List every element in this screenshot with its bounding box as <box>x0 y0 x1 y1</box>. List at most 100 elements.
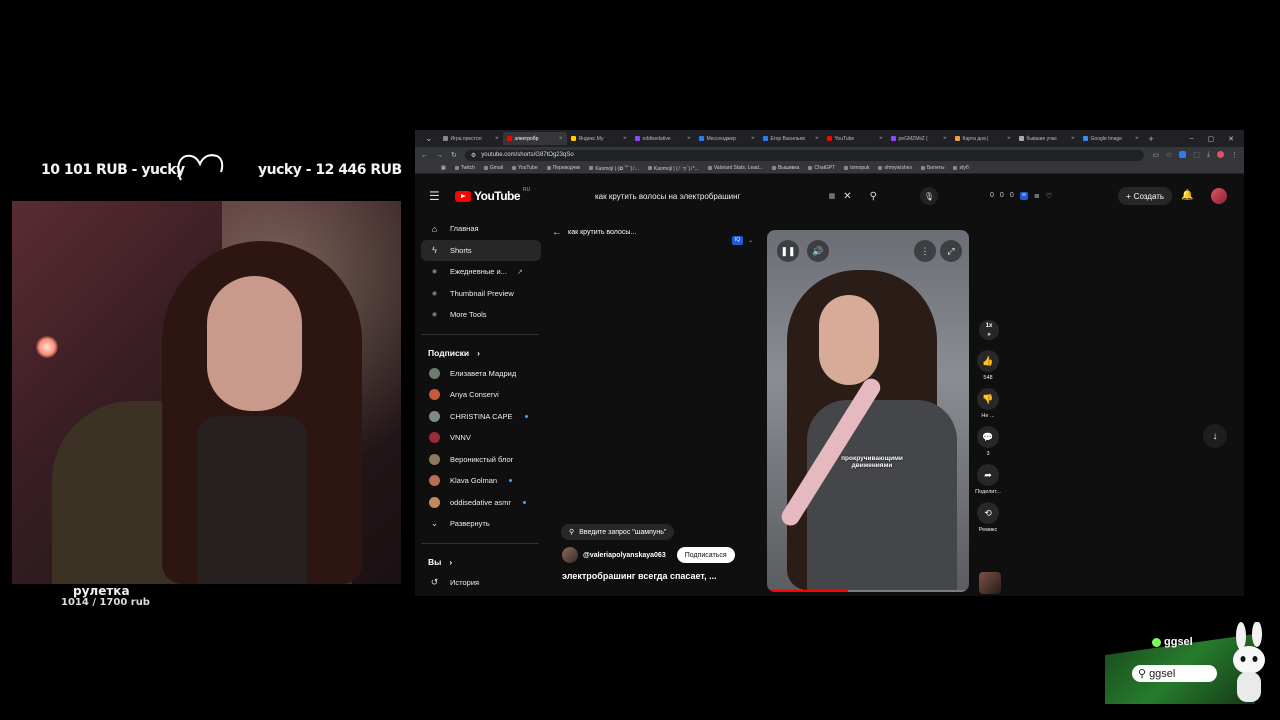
bookmark-item[interactable]: ohmywishes <box>878 165 912 171</box>
extension-indicator[interactable]: IQ ⌄ <box>732 236 753 245</box>
bookmark-item[interactable]: Переводчик <box>546 165 580 171</box>
queue-icon[interactable]: ≣ <box>1034 192 1040 200</box>
close-tab-icon[interactable]: × <box>943 136 947 142</box>
browser-tab[interactable]: электробр × <box>502 132 567 145</box>
subscription-item[interactable]: VNNV <box>421 427 541 449</box>
close-tab-icon[interactable]: × <box>495 136 499 142</box>
subscription-item[interactable]: Klava Golman <box>421 470 541 492</box>
bookmark-item[interactable]: Kaomoji | (✿´꒳`)ﾉ... <box>589 165 639 172</box>
browser-tab[interactable]: Егор Васильев × <box>759 132 823 145</box>
search-input[interactable]: как крутить волосы на электробрашинг ▦ ✕… <box>587 186 877 206</box>
browser-tab[interactable]: бывшие учас × <box>1015 132 1079 145</box>
menu-dots-icon[interactable]: ⋮ <box>1231 151 1238 159</box>
voice-search-icon[interactable]: 🎙 <box>920 187 938 205</box>
subscription-item[interactable]: Anya Conservi <box>421 384 541 406</box>
you-heading[interactable]: Вы › <box>421 552 541 572</box>
browser-tab[interactable]: peGMZMiiZ (× <box>887 132 951 145</box>
bookmark-item[interactable]: Gmail <box>483 165 503 171</box>
create-button[interactable]: + Создать <box>1118 187 1173 205</box>
sidebar-item-extension[interactable]: ◉ Thumbnail Preview <box>421 283 541 305</box>
close-tab-icon[interactable]: × <box>751 136 755 142</box>
bookmark-item[interactable]: Valorant Stats, Lead... <box>707 165 763 171</box>
forward-icon[interactable]: → <box>436 152 443 159</box>
bookmark-item[interactable]: Билеты <box>920 165 944 171</box>
extension-icon[interactable] <box>1179 151 1187 158</box>
youtube-logo[interactable]: YouTube RU <box>455 187 530 203</box>
channel-handle[interactable]: @valeriapolyanskaya063 <box>583 552 666 559</box>
bookmark-item[interactable]: tomopuk <box>844 165 869 171</box>
pause-icon[interactable]: ❚❚ <box>777 240 799 262</box>
translate-icon[interactable]: ≡ <box>1019 192 1028 200</box>
subscription-item[interactable]: CHRISTINA CAPE <box>421 406 541 428</box>
browser-tab[interactable]: Google Image × <box>1079 132 1143 145</box>
bookmark-item[interactable]: Вышивка <box>771 165 799 171</box>
notifications-bell-icon[interactable]: 🔔 <box>1181 190 1193 201</box>
clear-search-icon[interactable]: ✕ <box>843 191 851 202</box>
browser-tab[interactable]: Яндекс.Му × <box>567 132 631 145</box>
subscription-item[interactable]: Вероникстый блог <box>421 449 541 471</box>
like-button[interactable]: 👍 548 <box>975 350 1001 381</box>
sidebar-item-extension[interactable]: ◉ More Tools <box>421 304 541 326</box>
ribbon-icon[interactable]: ♡ <box>1046 192 1052 200</box>
playback-speed-button[interactable]: 1x » <box>979 320 999 340</box>
subscription-item[interactable]: Елизавета Мадрид <box>421 363 541 385</box>
browser-tab[interactable]: Мессенджер × <box>695 132 759 145</box>
browser-tab[interactable]: YouTube × <box>823 132 887 145</box>
profile-icon[interactable] <box>1217 151 1224 158</box>
minimize-icon[interactable]: – <box>1190 135 1194 143</box>
more-options-icon[interactable]: ⋮ <box>914 240 936 262</box>
browser-tab[interactable]: Игра престол × <box>439 132 503 145</box>
video-title[interactable]: электробрашинг всегда спасает, ... <box>562 571 717 581</box>
sound-thumbnail[interactable] <box>979 572 1001 594</box>
close-tab-icon[interactable]: × <box>1135 136 1139 142</box>
close-tab-icon[interactable]: × <box>623 136 627 142</box>
subscribe-button[interactable]: Подписаться <box>676 547 735 563</box>
close-window-icon[interactable]: ✕ <box>1228 135 1234 143</box>
tab-search-icon[interactable]: ⌄ <box>419 133 439 144</box>
share-button[interactable]: ➦ Поделит... <box>975 464 1001 495</box>
menu-icon[interactable]: ☰ <box>429 189 445 203</box>
maximize-icon[interactable]: ▢ <box>1208 135 1215 143</box>
volume-icon[interactable]: 🔊 <box>807 240 829 262</box>
video-progress[interactable] <box>767 590 969 592</box>
subscriptions-heading[interactable]: Подписки › <box>421 343 541 363</box>
remix-button[interactable]: ⟲ Ремикс <box>975 502 1001 533</box>
sidebar-item-extension[interactable]: ◉ Ежедневные и... ↗ <box>421 261 541 283</box>
next-video-arrow-icon[interactable]: ↓ <box>1203 424 1227 448</box>
bookmark-star-icon[interactable]: ☆ <box>1166 151 1172 159</box>
puzzle-icon[interactable]: ⬚ <box>1193 151 1200 159</box>
fullscreen-icon[interactable]: ⤢ <box>940 240 962 262</box>
sidebar-item-shorts[interactable]: ϟ Shorts <box>421 239 541 261</box>
site-info-icon[interactable]: ⚙ <box>471 152 476 159</box>
back-to-search[interactable]: ← как крутить волосы... <box>552 227 636 238</box>
close-tab-icon[interactable]: × <box>559 136 563 142</box>
close-tab-icon[interactable]: × <box>687 136 691 142</box>
browser-tab[interactable]: Карта дна | × <box>951 132 1015 145</box>
reload-icon[interactable]: ↻ <box>451 151 457 159</box>
apps-grid-icon[interactable]: ▦ <box>441 165 446 171</box>
account-avatar[interactable] <box>1211 188 1227 204</box>
dislike-button[interactable]: 👎 Не ... <box>975 388 1001 419</box>
sidebar-item-home[interactable]: ⌂ Главная <box>421 218 541 240</box>
comments-button[interactable]: 💬 3 <box>975 426 1001 457</box>
short-video-player[interactable]: ❚❚ 🔊 ⋮ ⤢ прокручивающими движениями <box>767 230 969 592</box>
back-icon[interactable]: ← <box>421 152 428 159</box>
suggested-query-chip[interactable]: ⚲ Введите запрос "шампунь" <box>561 524 675 540</box>
cast-icon[interactable]: ▭ <box>1152 151 1159 159</box>
subscription-item[interactable]: oddisedative asmr <box>421 492 541 514</box>
expand-button[interactable]: ⌄ Развернуть <box>421 513 541 535</box>
channel-avatar[interactable] <box>562 547 578 563</box>
download-icon[interactable]: ⤓ <box>1207 151 1210 159</box>
bookmark-item[interactable]: Twitch <box>454 165 475 171</box>
search-icon[interactable]: ⚲ <box>870 191 877 202</box>
browser-tab[interactable]: oddisedative × <box>631 132 695 145</box>
close-tab-icon[interactable]: × <box>815 136 819 142</box>
bookmark-item[interactable]: Kaomoji | (ﾉ´ヮ`)ﾉ*... <box>647 165 699 172</box>
address-bar[interactable]: ⚙ youtube.com/shorts/G87tOg23qSo <box>464 149 1145 161</box>
bookmark-item[interactable]: ChatGPT <box>808 165 835 171</box>
close-tab-icon[interactable]: × <box>1007 136 1011 142</box>
bookmark-item[interactable]: YouTube <box>511 165 538 171</box>
bookmark-item[interactable]: stуб <box>953 165 969 171</box>
close-tab-icon[interactable]: × <box>1071 136 1075 142</box>
sidebar-item-history[interactable]: ↺ История <box>421 572 541 594</box>
